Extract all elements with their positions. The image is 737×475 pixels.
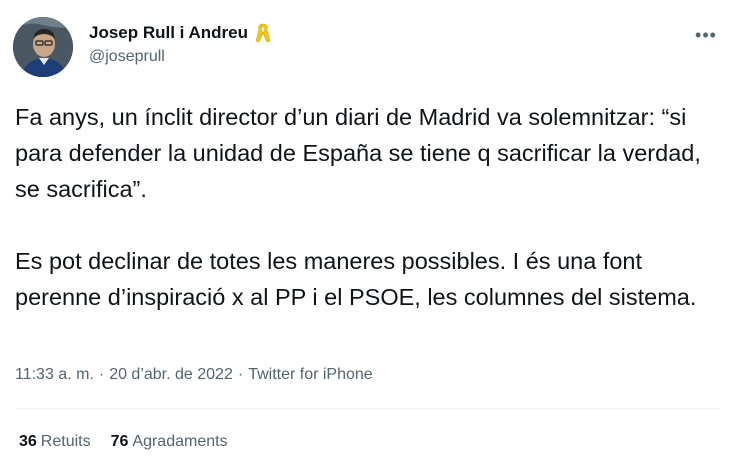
author-display-name[interactable]: Josep Rull i Andreu (89, 23, 248, 43)
author-name-row: Josep Rull i Andreu (89, 22, 272, 44)
tweet-source[interactable]: Twitter for iPhone (248, 366, 373, 384)
meta-separator: · (98, 366, 105, 383)
tweet: Josep Rull i Andreu @joseprull ••• Fa an… (0, 0, 737, 475)
retweets-label: Retuits (40, 433, 91, 450)
tweet-meta: 11:33 a. m. · 20 d’abr. de 2022 · Twitte… (15, 366, 373, 384)
tweet-paragraph: Es pot declinar de totes les maneres pos… (15, 248, 697, 310)
tweet-stats: 36 Retuits 76 Agradaments (19, 433, 228, 451)
retweets-stat[interactable]: 36 Retuits (19, 433, 91, 451)
likes-count: 76 (110, 433, 129, 450)
meta-separator: · (237, 366, 244, 383)
tweet-date[interactable]: 20 d’abr. de 2022 (109, 366, 233, 384)
more-options-button[interactable]: ••• (693, 22, 719, 48)
tweet-time[interactable]: 11:33 a. m. (15, 366, 94, 384)
avatar-image (13, 17, 73, 77)
author-handle[interactable]: @joseprull (89, 48, 165, 66)
likes-label: Agradaments (132, 433, 228, 450)
tweet-text: Fa anys, un ínclit director d’un diari d… (15, 99, 727, 315)
yellow-ribbon-icon (254, 22, 272, 44)
tweet-paragraph: Fa anys, un ínclit director d’un diari d… (15, 104, 701, 202)
divider (15, 408, 720, 409)
likes-stat[interactable]: 76 Agradaments (111, 433, 228, 451)
retweets-count: 36 (19, 433, 37, 450)
avatar[interactable] (13, 17, 73, 77)
